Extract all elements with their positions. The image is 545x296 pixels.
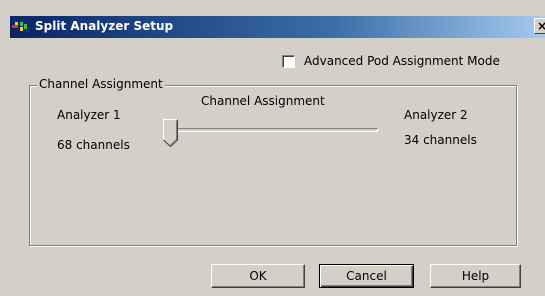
analyzer1-channel-count: 68 channels — [57, 138, 130, 152]
title-bar[interactable]: Split Analyzer Setup × — [10, 16, 545, 38]
analyzer2-channel-count: 34 channels — [404, 133, 477, 147]
analyzer2-label: Analyzer 2 — [404, 108, 468, 122]
close-button[interactable]: × — [534, 18, 545, 34]
cancel-button[interactable]: Cancel — [319, 264, 414, 288]
channel-slider-track[interactable] — [175, 128, 378, 132]
help-button[interactable]: Help — [430, 264, 521, 288]
ok-button[interactable]: OK — [211, 264, 305, 288]
channel-slider-thumb[interactable] — [163, 119, 178, 147]
advanced-mode-checkbox[interactable] — [282, 55, 295, 68]
analyzer1-label: Analyzer 1 — [57, 108, 121, 122]
channel-assignment-group-legend: Channel Assignment — [37, 77, 165, 91]
split-analyzer-setup-dialog: Split Analyzer Setup × Advanced Pod Assi… — [0, 0, 545, 296]
slider-title: Channel Assignment — [201, 94, 325, 108]
window-title: Split Analyzer Setup — [35, 19, 174, 33]
advanced-mode-label[interactable]: Advanced Pod Assignment Mode — [304, 54, 500, 68]
app-icon — [12, 22, 27, 31]
